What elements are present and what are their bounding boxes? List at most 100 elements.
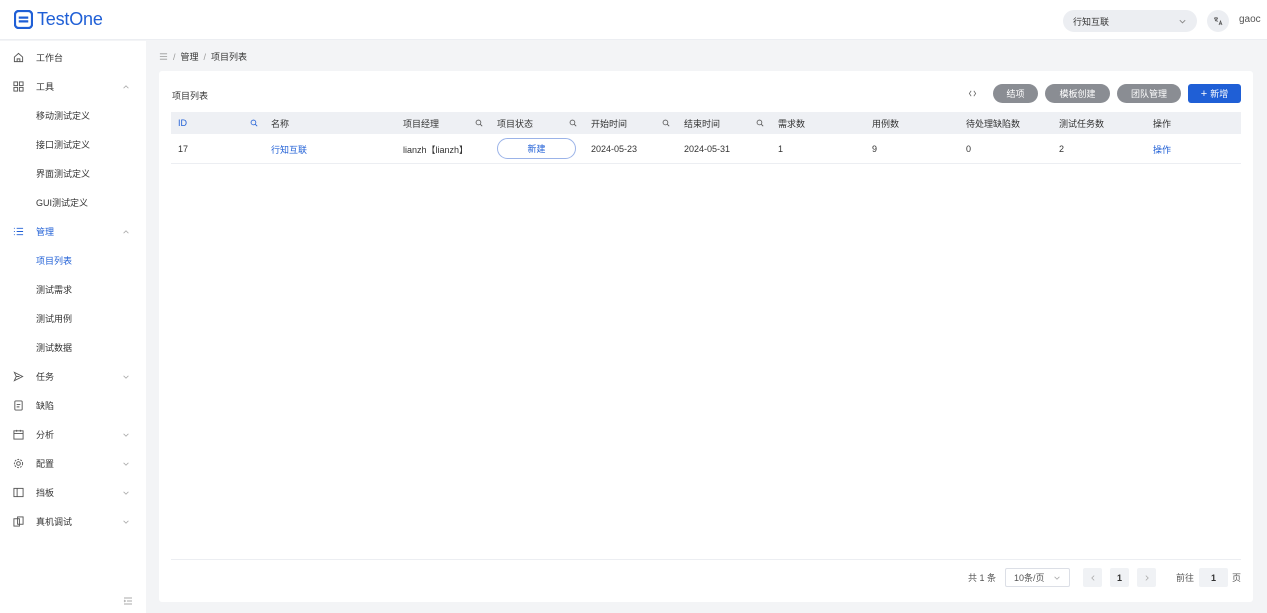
th-requirements: 需求数 (778, 118, 806, 129)
cell-test-tasks: 2 (1059, 144, 1065, 154)
sidebar-item-tools[interactable]: 工具 (0, 72, 146, 101)
operation-link[interactable]: 操作 (1153, 134, 1171, 164)
goto-unit: 页 (1232, 573, 1242, 583)
org-select-value: 行知互联 (1073, 16, 1110, 27)
sidebar-subitem-project-list[interactable]: 项目列表 (0, 246, 146, 275)
device-icon (13, 516, 24, 527)
search-icon[interactable] (250, 119, 258, 127)
cell-pending-defects: 0 (966, 144, 972, 154)
sidebar: 工作台 工具 移动测试定义 接口测试定义 界面测试定义 GUI测试定义 管理 项… (0, 41, 146, 613)
sidebar-subitem-requirements[interactable]: 测试需求 (0, 275, 146, 304)
th-pending-defects: 待处理缺陷数 (966, 118, 1021, 129)
project-list-panel: 项目列表 结项 模板创建 团队管理 + 新增 ID 名称 项目经理 项目状态 开… (159, 71, 1253, 602)
search-icon[interactable] (662, 119, 670, 127)
cell-cases: 9 (872, 144, 878, 154)
breadcrumb-separator: / (173, 51, 176, 62)
chevron-down-icon (123, 491, 129, 495)
th-manager: 项目经理 (403, 118, 440, 129)
user-name[interactable]: gaoc (1239, 14, 1261, 25)
document-icon (14, 400, 23, 411)
status-badge[interactable]: 新建 (497, 138, 576, 159)
grid-icon (13, 81, 24, 92)
chevron-down-icon (1054, 576, 1060, 580)
search-icon[interactable] (475, 119, 483, 127)
sidebar-subitem-test-data[interactable]: 测试数据 (0, 333, 146, 362)
panel-icon (13, 487, 24, 498)
prev-page-button[interactable] (1083, 568, 1102, 587)
breadcrumb: / 管理 / 项目列表 (159, 50, 247, 63)
search-icon[interactable] (569, 119, 577, 127)
table-footer-divider (171, 559, 1241, 560)
chevron-down-icon (123, 375, 129, 379)
chevron-up-icon (123, 84, 129, 88)
testone-logo-icon (14, 10, 33, 29)
gear-icon (13, 458, 24, 469)
table-row[interactable]: 17 行知互联 lianzh【lianzh】 新建 2024-05-23 202… (171, 134, 1241, 164)
cell-start-time: 2024-05-23 (591, 144, 638, 154)
sidebar-item-manage[interactable]: 管理 (0, 217, 146, 246)
refresh-icon[interactable] (968, 89, 977, 98)
close-project-button[interactable]: 结项 (993, 84, 1038, 103)
page-1-button[interactable]: 1 (1110, 568, 1129, 587)
sidebar-item-device-debug[interactable]: 真机调试 (0, 507, 146, 536)
sidebar-item-workbench[interactable]: 工作台 (0, 43, 146, 72)
breadcrumb-item-manage[interactable]: 管理 (181, 50, 199, 63)
cell-name-link[interactable]: 行知互联 (271, 134, 307, 164)
calendar-icon (13, 429, 24, 440)
org-select[interactable]: 行知互联 (1063, 10, 1197, 32)
sidebar-subitem-api-test[interactable]: 接口测试定义 (0, 130, 146, 159)
th-status: 项目状态 (497, 118, 534, 129)
list-icon (13, 227, 24, 236)
chevron-left-icon (1090, 574, 1094, 581)
th-start-time: 开始时间 (591, 118, 628, 129)
th-name: 名称 (271, 118, 290, 129)
sidebar-item-mock[interactable]: 挡板 (0, 478, 146, 507)
sidebar-subitem-gui-test[interactable]: GUI测试定义 (0, 188, 146, 217)
sidebar-subitem-ui-test[interactable]: 界面测试定义 (0, 159, 146, 188)
sidebar-item-tasks[interactable]: 任务 (0, 362, 146, 391)
cell-id: 17 (178, 144, 189, 154)
cell-end-time: 2024-05-31 (684, 144, 731, 154)
search-icon[interactable] (756, 119, 764, 127)
breadcrumb-separator: / (203, 51, 207, 62)
translate-icon (1214, 17, 1223, 26)
plus-icon: + (1200, 87, 1208, 100)
top-bar: TestOne 行知互联 gaoc (0, 0, 1267, 40)
page-size-select[interactable]: 10条/页 (1005, 568, 1070, 587)
goto-label: 前往 (1176, 573, 1195, 583)
add-project-button[interactable]: + 新增 (1188, 84, 1241, 103)
home-icon (13, 52, 24, 63)
translate-button[interactable] (1207, 10, 1229, 32)
breadcrumb-item-project-list: 项目列表 (211, 52, 248, 62)
sidebar-subitem-mobile-test[interactable]: 移动测试定义 (0, 101, 146, 130)
table-header: ID 名称 项目经理 项目状态 开始时间 结束时间 需求数 用例数 待处理缺陷数… (171, 112, 1241, 134)
page-size-value: 10条/页 (1014, 573, 1045, 583)
sidebar-subitem-test-cases[interactable]: 测试用例 (0, 304, 146, 333)
menu-icon[interactable] (159, 52, 168, 61)
chevron-down-icon (123, 433, 129, 437)
cell-manager: lianzh【lianzh】 (403, 144, 469, 155)
panel-title: 项目列表 (172, 91, 209, 101)
chevron-right-icon (1145, 574, 1149, 581)
sidebar-item-defects[interactable]: 缺陷 (0, 391, 146, 420)
team-manage-button[interactable]: 团队管理 (1117, 84, 1181, 103)
brand-logo[interactable]: TestOne (14, 9, 103, 30)
send-icon (13, 371, 24, 382)
pagination-total: 共 1 条 (968, 573, 997, 583)
brand-name: TestOne (37, 9, 103, 29)
sidebar-item-analysis[interactable]: 分析 (0, 420, 146, 449)
collapse-sidebar-icon[interactable] (123, 596, 133, 606)
cell-requirements: 1 (778, 144, 784, 154)
th-end-time: 结束时间 (684, 118, 721, 129)
chevron-down-icon (123, 520, 129, 524)
sidebar-item-config[interactable]: 配置 (0, 449, 146, 478)
th-cases: 用例数 (872, 118, 900, 129)
th-id: ID (178, 118, 187, 128)
chevron-up-icon (123, 229, 129, 233)
next-page-button[interactable] (1137, 568, 1156, 587)
template-create-button[interactable]: 模板创建 (1045, 84, 1110, 103)
goto-page-input[interactable]: 1 (1199, 568, 1228, 587)
th-test-tasks: 测试任务数 (1059, 118, 1105, 129)
th-operations: 操作 (1153, 118, 1172, 129)
chevron-down-icon (1179, 19, 1186, 23)
